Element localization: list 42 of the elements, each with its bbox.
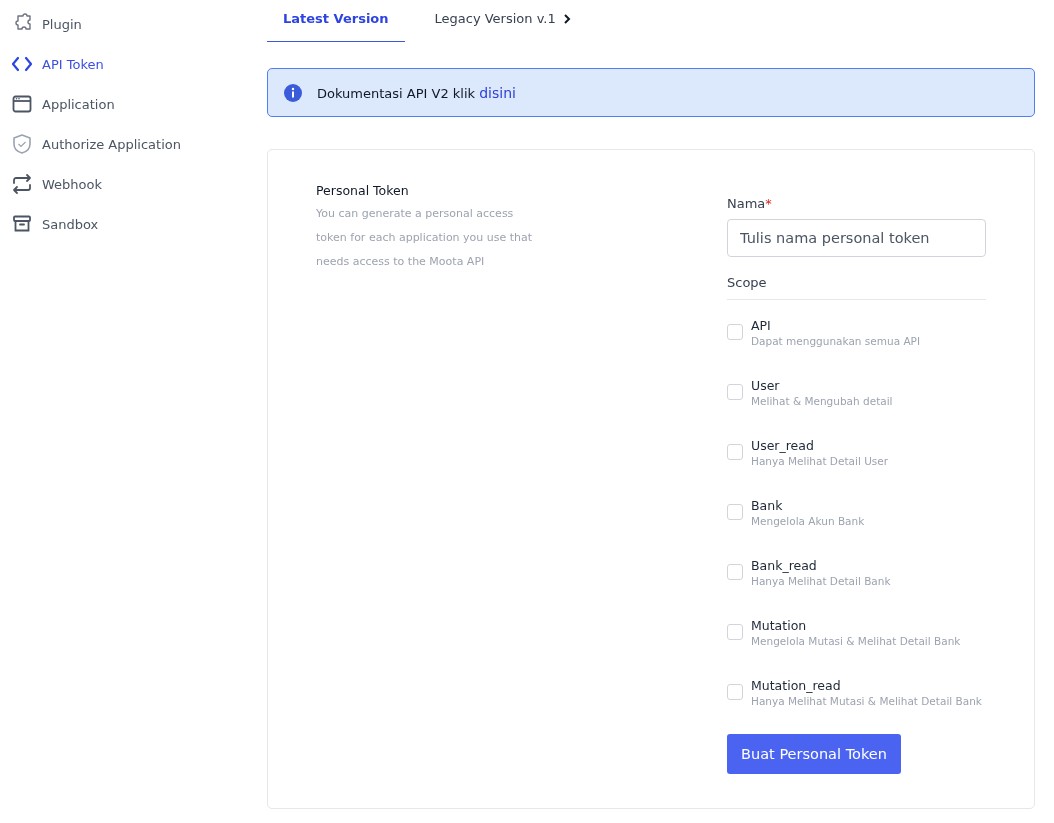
scope-name: API: [751, 318, 772, 333]
scope-description: Hanya Melihat Detail Bank: [751, 575, 891, 587]
sidebar-item[interactable]: Webhook: [0, 164, 260, 204]
checkbox[interactable]: [727, 384, 743, 400]
sidebar-item[interactable]: API Token: [0, 44, 260, 84]
scope-description: Melihat & Mengubah detail: [751, 395, 893, 407]
scope-name: User: [751, 378, 781, 393]
scope-description: Mengelola Akun Bank: [751, 515, 865, 527]
field-label: Nama*: [727, 196, 773, 211]
create-token-button[interactable]: Buat Personal Token: [727, 734, 901, 774]
info-icon: [284, 83, 302, 102]
scope-description: Dapat menggunakan semua API: [751, 335, 920, 347]
checkbox[interactable]: [727, 504, 743, 520]
checkbox[interactable]: [727, 624, 743, 640]
alert-message: Dokumentasi API V2 klik disini: [317, 84, 516, 101]
scope-name: User_read: [751, 438, 815, 453]
name-input-field[interactable]: Tulis nama personal token: [727, 219, 986, 257]
docs-link[interactable]: disini: [479, 84, 516, 101]
sidebar-item[interactable]: Plugin: [0, 4, 260, 44]
tab[interactable]: Latest Version: [267, 0, 405, 42]
tab[interactable]: Legacy Version v.1: [418, 0, 588, 42]
scope-heading: Scope: [727, 275, 986, 300]
scope-name: Mutation_read: [751, 678, 842, 693]
section-title: Personal Token: [316, 183, 410, 198]
sidebar-item[interactable]: Application: [0, 84, 260, 124]
scope-description: Mengelola Mutasi & Melihat Detail Bank: [751, 635, 961, 647]
sidebar-item[interactable]: Authorize Application: [0, 124, 260, 164]
sidebar-item[interactable]: Sandbox: [0, 204, 260, 244]
checkbox[interactable]: [727, 684, 743, 700]
browser-window-icon: [11, 93, 33, 115]
scope-name: Bank_read: [751, 558, 818, 573]
shield-check-icon: [11, 133, 33, 155]
checkbox[interactable]: [727, 444, 743, 460]
scope-description: Hanya Melihat Mutasi & Melihat Detail Bank: [751, 695, 982, 707]
scope-name: Mutation: [751, 618, 808, 633]
chevron-right-icon: [561, 13, 572, 24]
swap-arrows-icon: [11, 173, 33, 195]
section-description: You can generate a personal access token for each application you use that needs access to the Moota API: [316, 206, 534, 270]
scope-name: Bank: [751, 498, 784, 513]
scope-description: Hanya Melihat Detail User: [751, 455, 889, 467]
checkbox[interactable]: [727, 324, 743, 340]
checkbox[interactable]: [727, 564, 743, 580]
